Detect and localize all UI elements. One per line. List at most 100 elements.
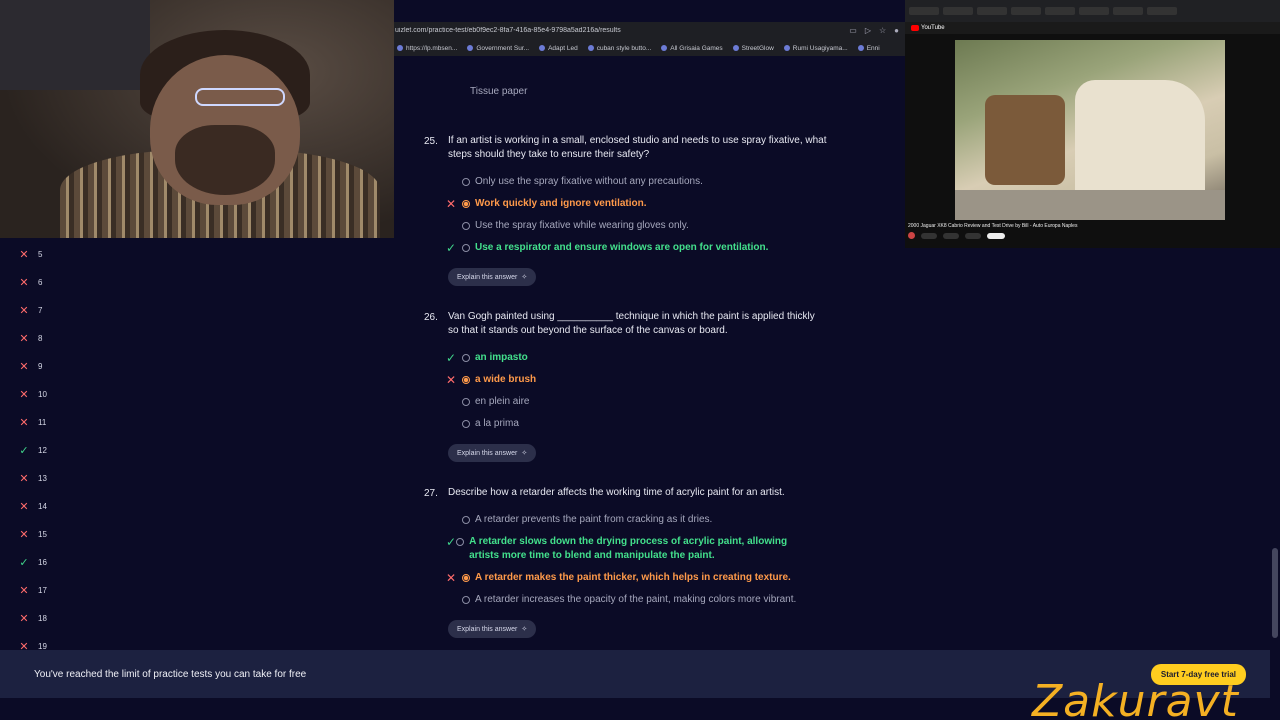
extension-icon[interactable]: ●: [894, 26, 899, 35]
cross-icon: ✕: [19, 389, 29, 401]
question-nav-item[interactable]: ✕ 6: [18, 276, 42, 289]
browser-tab[interactable]: [1113, 7, 1143, 15]
cross-icon: ✕: [19, 585, 29, 597]
answer-option-text: A retarder makes the paint thicker, whic…: [475, 572, 791, 583]
cross-icon: ✕: [19, 613, 29, 625]
question-nav-item[interactable]: ✕ 15: [18, 528, 47, 541]
check-icon: ✓: [19, 557, 29, 569]
address-bar[interactable]: uizlet.com/practice-test/eb0f9ec2-8fa7-4…: [393, 22, 905, 38]
youtube-logo[interactable]: YouTube: [911, 25, 945, 31]
question-nav-item[interactable]: ✕ 14: [18, 500, 47, 513]
question-number: 26.: [424, 312, 438, 323]
answer-option-text: en plein aire: [475, 396, 530, 407]
like-button[interactable]: [921, 232, 937, 239]
browser-tab[interactable]: [943, 7, 973, 15]
question-number: 27.: [424, 488, 438, 499]
answer-option: A retarder increases the opacity of the …: [446, 593, 816, 607]
cross-icon: ✕: [19, 529, 29, 541]
browser-tab[interactable]: [977, 7, 1007, 15]
bookmark-item[interactable]: Adapt Led: [539, 45, 578, 52]
question-navigator: ✕ 5 ✕ 6 ✕ 7 ✕ 8 ✕ 9 ✕ 10 ✕ 11 ✓ 12 ✕ 13 ✕ 14 ✕ 15 ✓ 16 ✕ 17 ✕ 18 ✕ 19: [0, 238, 400, 653]
cross-icon: ✕: [19, 305, 29, 317]
channel-avatar[interactable]: [908, 232, 915, 239]
bookmark-item[interactable]: https://lp.mbsen...: [397, 45, 457, 52]
question-nav-number: 8: [38, 334, 43, 343]
scrollbar-thumb[interactable]: [1272, 548, 1278, 638]
question-nav-item[interactable]: ✕ 18: [18, 612, 47, 625]
youtube-video-window[interactable]: YouTube 2000 Jaguar XK8 Cabrio Review an…: [905, 0, 1280, 248]
cross-icon: ✕: [19, 249, 29, 261]
answer-option: ✕ Work quickly and ignore ventilation.: [446, 197, 816, 211]
cross-icon: ✕: [446, 197, 457, 211]
bookmark-item[interactable]: Government Sur...: [467, 45, 529, 52]
question-nav-item[interactable]: ✕ 7: [18, 304, 42, 317]
browser-tab[interactable]: [1045, 7, 1075, 15]
scrollbar[interactable]: [1270, 248, 1280, 698]
explain-answer-label: Explain this answer: [457, 625, 518, 633]
cross-icon: ✕: [19, 361, 29, 373]
explain-answer-button[interactable]: Explain this answer ✧: [448, 268, 537, 286]
browser-tab[interactable]: [1011, 7, 1041, 15]
bookmark-item[interactable]: cuban style butto...: [587, 45, 651, 52]
radio-icon: [462, 200, 470, 208]
radio-icon: [462, 178, 470, 186]
bookmark-item[interactable]: All Grisaia Games: [661, 45, 723, 52]
page: uizlet.com/practice-test/eb0f9ec2-8fa7-4…: [0, 0, 1280, 720]
question-nav-number: 12: [38, 446, 47, 455]
youtube-header: YouTube: [905, 22, 1280, 34]
bookmark-star-icon[interactable]: ☆: [879, 26, 886, 35]
bookmark-item[interactable]: Enni: [857, 45, 880, 52]
video-player[interactable]: [955, 40, 1225, 220]
cross-icon: ✕: [446, 571, 457, 585]
url-text[interactable]: uizlet.com/practice-test/eb0f9ec2-8fa7-4…: [395, 27, 849, 34]
cast-icon[interactable]: ▷: [865, 26, 871, 35]
check-icon: ✓: [19, 445, 29, 457]
question-prompt: If an artist is working in a small, encl…: [448, 135, 827, 160]
question-nav-item[interactable]: ✓ 12: [18, 444, 47, 457]
pip-tab-strip: [905, 0, 1280, 22]
question-nav-item[interactable]: ✕ 8: [18, 332, 42, 345]
question-prompt: Describe how a retarder affects the work…: [448, 487, 785, 498]
browser-tab[interactable]: [909, 7, 939, 15]
answer-option-text: A retarder increases the opacity of the …: [475, 594, 797, 605]
bookmark-favicon-icon: [539, 45, 546, 51]
explain-answer-button[interactable]: Explain this answer ✧: [448, 620, 537, 638]
explain-answer-button[interactable]: Explain this answer ✧: [448, 444, 537, 462]
question-nav-number: 11: [38, 418, 47, 427]
radio-icon: [462, 574, 470, 582]
question-nav-item[interactable]: ✕ 11: [18, 416, 46, 429]
answer-option-text: Use the spray fixative while wearing glo…: [475, 220, 689, 231]
answer-option: ✓ an impasto: [446, 351, 816, 365]
cross-icon: ✕: [19, 333, 29, 345]
answer-option: Only use the spray fixative without any …: [446, 175, 816, 189]
question-nav-item[interactable]: ✕ 17: [18, 584, 47, 597]
save-button[interactable]: [965, 232, 981, 239]
bookmarks-bar: https://lp.mbsen... Government Sur... Ad…: [393, 40, 905, 56]
answer-option: Use the spray fixative while wearing glo…: [446, 219, 816, 233]
question-nav-item[interactable]: ✕ 5: [18, 248, 42, 261]
question-nav-number: 15: [38, 530, 47, 539]
question-nav-item[interactable]: ✓ 16: [18, 556, 47, 569]
bookmark-item[interactable]: Rumi Usagiyama...: [783, 45, 848, 52]
browser-tab[interactable]: [1079, 7, 1109, 15]
question-nav-number: 18: [38, 614, 47, 623]
question-nav-number: 14: [38, 502, 47, 511]
tab-search-icon[interactable]: ▭: [849, 26, 857, 35]
question-nav-item[interactable]: ✕ 9: [18, 360, 42, 373]
webcam-person-glasses: [195, 88, 285, 106]
question-nav-item[interactable]: ✕ 10: [18, 388, 47, 401]
check-icon: ✓: [446, 351, 457, 365]
subscribe-button[interactable]: [987, 232, 1005, 239]
question-nav-item[interactable]: ✕ 13: [18, 472, 47, 485]
cross-icon: ✕: [19, 417, 29, 429]
bookmark-item[interactable]: StreetGlow: [732, 45, 774, 52]
webcam-person-beard: [175, 125, 275, 195]
video-title: 2000 Jaguar XK8 Cabrio Review and Test D…: [908, 223, 1078, 229]
answer-option-text: Only use the spray fixative without any …: [475, 176, 703, 187]
answer-option-text: Work quickly and ignore ventilation.: [475, 198, 647, 209]
radio-icon: [456, 538, 465, 546]
browser-tab[interactable]: [1147, 7, 1177, 15]
answer-option-text: A retarder slows down the drying process…: [469, 536, 788, 561]
webcam-overlay: [0, 0, 394, 238]
share-button[interactable]: [943, 232, 959, 239]
